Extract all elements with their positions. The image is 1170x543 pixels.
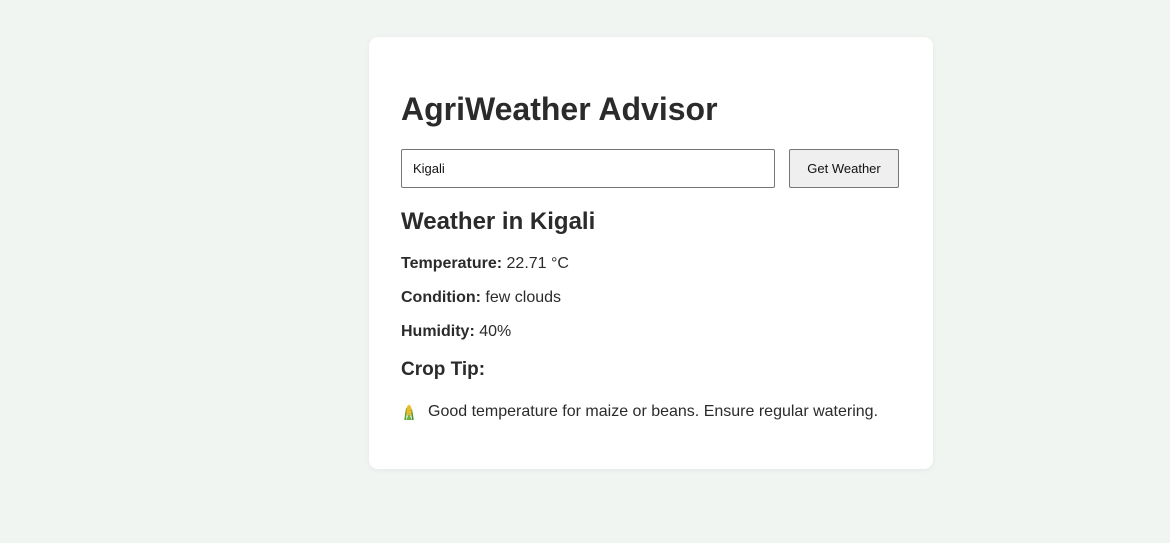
- weather-heading: Weather in Kigali: [401, 208, 596, 235]
- crop-tip-text: Good temperature for maize or beans. Ens…: [428, 403, 879, 420]
- humidity-value: 40%: [479, 323, 512, 340]
- condition-label: Condition:: [401, 289, 481, 306]
- condition-row: Condition: few clouds: [401, 288, 561, 308]
- corn-icon: [401, 403, 417, 421]
- temperature-value: 22.71 °C: [506, 255, 569, 272]
- condition-value: few clouds: [485, 289, 562, 306]
- temperature-row: Temperature: 22.71 °C: [401, 254, 569, 274]
- humidity-row: Humidity: 40%: [401, 322, 511, 342]
- get-weather-button[interactable]: Get Weather: [789, 149, 899, 188]
- crop-tip-heading: Crop Tip:: [401, 359, 486, 380]
- city-input[interactable]: [401, 149, 775, 188]
- crop-tip: Good temperature for maize or beans. Ens…: [401, 402, 878, 422]
- humidity-label: Humidity:: [401, 323, 475, 340]
- temperature-label: Temperature:: [401, 255, 503, 272]
- weather-card: AgriWeather Advisor Get Weather Weather …: [369, 37, 933, 469]
- page-title: AgriWeather Advisor: [401, 91, 718, 127]
